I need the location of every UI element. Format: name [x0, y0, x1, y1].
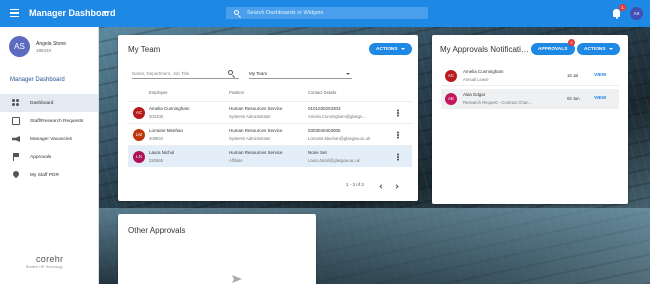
employee-id: 308834: [149, 136, 163, 141]
employee-position: Human Resources Service: [229, 128, 283, 133]
avatar: AE: [445, 93, 457, 105]
avatar: AC: [133, 107, 145, 119]
employee-phone: 0101030203303: [308, 106, 341, 111]
sidebar-item-label: Manager Vacancies: [30, 136, 73, 142]
sidebar-item-manager-vacancies[interactable]: Manager Vacancies: [0, 130, 98, 148]
actions-label: ACTIONS: [376, 46, 398, 52]
chevron-down-icon[interactable]: [346, 73, 350, 75]
approval-type: Research Request - Contract Chan…: [463, 100, 533, 105]
employee-role: Affiliate: [229, 158, 243, 163]
employee-name: Lorraine Meehan: [149, 128, 184, 133]
column-header-contact: Contact Details: [308, 90, 337, 95]
table-row[interactable]: LN Laura Nichol 320665 Human Resources S…: [128, 145, 412, 167]
other-approvals-card: Other Approvals: [118, 214, 316, 284]
search-placeholder: Search Dashboards or Widgets: [247, 10, 324, 16]
avatar: LN: [133, 151, 145, 163]
pin-icon: [11, 169, 21, 179]
sidebar-item-my-staff-pdr[interactable]: My Staff PDR: [0, 166, 98, 184]
user-name: Angela Stone: [36, 41, 67, 47]
approval-date: 15 Jul: [567, 73, 579, 78]
approval-date: 02 Jun: [567, 96, 580, 101]
approval-item[interactable]: AE Alan Edgar Research Request - Contrac…: [441, 89, 619, 109]
table-row[interactable]: LM Lorraine Meehan 308834 Human Resource…: [128, 123, 412, 145]
approvals-title: My Approvals Notificati…: [440, 45, 529, 54]
employee-id: 320665: [149, 158, 163, 163]
more-options-icon[interactable]: [397, 134, 399, 136]
chevron-left-icon[interactable]: [379, 184, 384, 189]
user-id: 188433: [36, 48, 52, 53]
my-team-actions-button[interactable]: ACTIONS: [369, 43, 412, 55]
team-search-placeholder: Name, Department, Job Title: [132, 71, 190, 76]
avatar: LM: [133, 129, 145, 141]
user-avatar: AS: [9, 36, 30, 57]
people-icon: [12, 99, 20, 107]
chevron-down-icon[interactable]: [102, 11, 108, 14]
sidebar-item-label: Staff/Research Requests: [30, 118, 84, 124]
employee-position: Human Resources Service: [229, 106, 283, 111]
more-options-icon[interactable]: [397, 156, 399, 158]
team-filter-value: My Team: [249, 71, 268, 76]
employee-email: Laura.Nicol@glasgow.ac.uk: [308, 158, 360, 163]
chevron-right-icon[interactable]: [394, 184, 399, 189]
sidebar-nav: Dashboard Staff/Research Requests Manage…: [0, 94, 98, 184]
pagination-range: 1 - 3 of 3: [346, 182, 364, 187]
sidebar-item-label: My Staff PDR: [30, 172, 59, 178]
actions-label: ACTIONS: [584, 46, 606, 52]
sidebar-item-staff-research-requests[interactable]: Staff/Research Requests: [0, 112, 98, 130]
my-team-card: My Team ACTIONS Name, Department, Job Ti…: [118, 35, 418, 201]
column-header-position: Position: [229, 90, 244, 95]
approval-type: Annual Leave: [463, 77, 489, 82]
approvals-count-badge: 2: [568, 39, 575, 46]
employee-phone: 0303040403005: [308, 128, 341, 133]
team-search-input[interactable]: Name, Department, Job Title: [132, 68, 239, 79]
view-link[interactable]: VIEW: [594, 96, 606, 101]
team-filter-select[interactable]: My Team: [249, 68, 352, 79]
other-approvals-title: Other Approvals: [128, 226, 186, 235]
sidebar: AS Angela Stone 188433 Manager Dashboard…: [0, 27, 99, 284]
sidebar-item-label: Approvals: [30, 154, 52, 160]
global-search-input[interactable]: Search Dashboards or Widgets: [226, 7, 428, 19]
approval-name: Alan Edgar: [463, 92, 486, 97]
search-icon[interactable]: [228, 70, 233, 75]
sidebar-item-label: Dashboard: [30, 100, 54, 106]
employee-email: Lorraine.Meehan@glasgow.ac.uk: [308, 136, 371, 141]
approvals-label: APPROVALS: [538, 46, 568, 52]
bell-icon[interactable]: [613, 9, 620, 19]
brand-logo: corehr: [36, 254, 64, 264]
approvals-card: My Approvals Notificati… APPROVALS 2 ACT…: [432, 35, 628, 204]
employee-position: Human Resources Service: [229, 150, 283, 155]
employee-name: Laura Nichol: [149, 150, 175, 155]
sidebar-item-dashboard[interactable]: Dashboard: [0, 94, 98, 112]
table-row[interactable]: AC Amelia Cunningham 303105 Human Resour…: [128, 101, 412, 123]
employee-id: 303105: [149, 114, 163, 119]
avatar[interactable]: AS: [630, 7, 643, 20]
employee-name: Amelia Cunningham: [149, 106, 190, 111]
brand-tagline: Breathe HR Technology: [26, 265, 63, 269]
approval-item[interactable]: AC Amelia Cunningham Annual Leave 15 Jul…: [441, 66, 619, 86]
employee-role: Systems Administrator: [229, 114, 271, 119]
chevron-down-icon: [400, 48, 405, 50]
chevron-down-icon: [608, 48, 613, 50]
more-options-icon[interactable]: [397, 112, 399, 114]
sidebar-item-approvals[interactable]: Approvals: [0, 148, 98, 166]
employee-email: Amelia.Cunningham@glasgo…: [308, 114, 367, 119]
top-app-bar: Manager Dashboard Search Dashboards or W…: [0, 0, 650, 27]
approvals-actions-button[interactable]: ACTIONS: [577, 43, 620, 55]
flag-icon: [12, 153, 20, 161]
approval-name: Amelia Cunningham: [463, 69, 504, 74]
sidebar-heading[interactable]: Manager Dashboard: [10, 77, 65, 83]
view-link[interactable]: VIEW: [594, 73, 606, 78]
document-icon: [12, 117, 20, 125]
employee-role: Systems Administrator: [229, 136, 271, 141]
megaphone-icon: [12, 136, 20, 142]
employee-phone: None Set: [308, 150, 327, 155]
notification-badge: 1: [619, 4, 626, 11]
search-icon: [234, 10, 239, 15]
column-header-employee: Employee: [149, 90, 168, 95]
my-team-title: My Team: [128, 45, 161, 54]
hamburger-menu-icon[interactable]: [10, 9, 19, 18]
avatar: AC: [445, 70, 457, 82]
